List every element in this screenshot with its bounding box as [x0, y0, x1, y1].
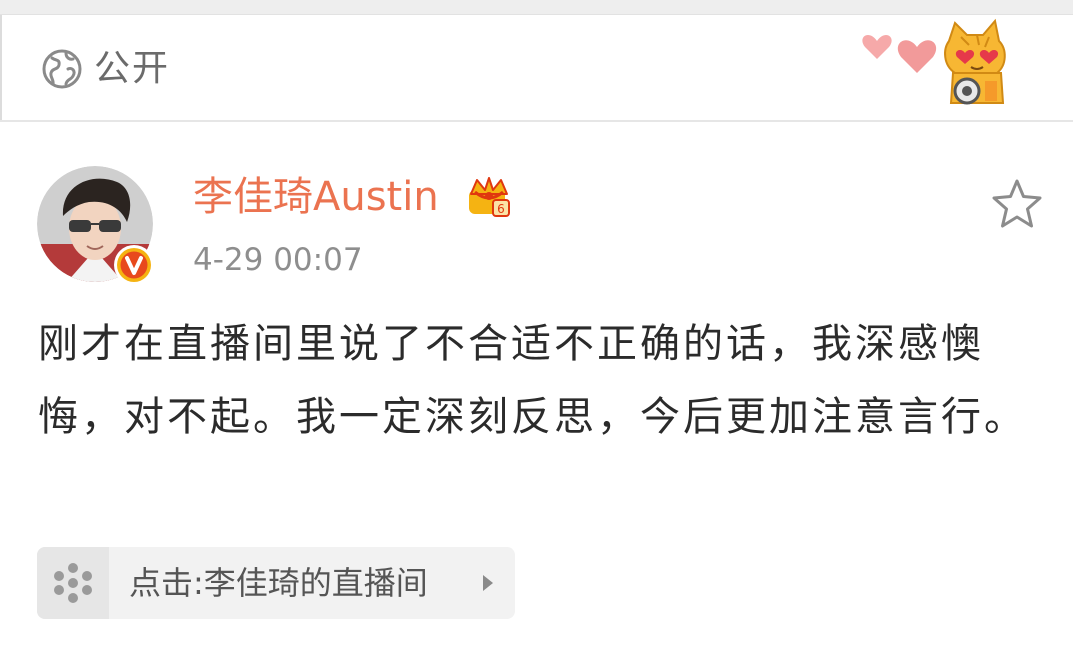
username[interactable]: 李佳琦Austin — [193, 172, 439, 222]
live-broadcast-icon — [54, 563, 92, 603]
post-body-text: 刚才在直播间里说了不合适不正确的话，我深感懊悔，对不起。我一定深刻反思，今后更加… — [38, 321, 1027, 440]
crown-icon[interactable]: 6 — [465, 174, 513, 218]
verified-v-badge — [114, 245, 154, 285]
post-timestamp: 4-29 00:07 — [193, 242, 363, 278]
visibility-bar[interactable]: 公开 — [0, 15, 1073, 120]
chevron-right-icon — [483, 575, 493, 591]
live-card-icon-box — [37, 547, 109, 619]
live-broadcast-link-card[interactable]: 点击:李佳琦的直播间 — [37, 547, 515, 619]
weibo-post-page: 公开 李佳琦Austin 6 4-29 00:07 刚才在直播间里说了不合适不正… — [0, 0, 1073, 659]
svg-text:6: 6 — [497, 202, 505, 216]
globe-icon — [42, 49, 82, 89]
live-card-label: 点击:李佳琦的直播间 — [129, 564, 428, 602]
post-card: 李佳琦Austin 6 4-29 00:07 刚才在直播间里说了不合适不正确的话… — [0, 122, 1073, 659]
star-icon[interactable] — [990, 178, 1044, 230]
top-strip — [0, 0, 1073, 15]
heart-eyes-cat-sticker — [862, 18, 1006, 105]
visibility-label: 公开 — [94, 48, 171, 89]
